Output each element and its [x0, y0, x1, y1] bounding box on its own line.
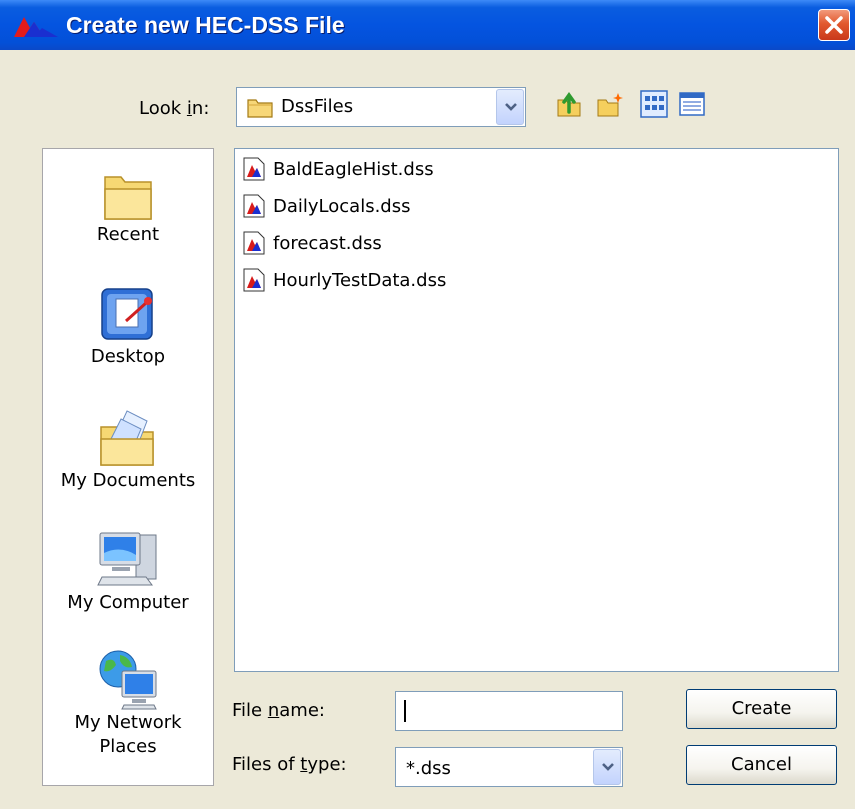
cancel-button[interactable]: Cancel	[686, 745, 837, 785]
new-folder-icon[interactable]	[596, 90, 624, 118]
details-view-icon[interactable]	[678, 90, 706, 118]
my-documents-icon	[100, 410, 154, 466]
my-computer-icon	[97, 532, 157, 586]
list-item[interactable]: HourlyTestData.dss	[243, 266, 446, 294]
hec-dss-logo-icon	[14, 17, 58, 37]
file-name: forecast.dss	[273, 232, 382, 254]
dss-file-icon	[243, 231, 265, 255]
dss-file-icon	[243, 268, 265, 292]
desktop-icon	[101, 288, 153, 340]
close-icon	[825, 16, 843, 34]
file-type-combo[interactable]: *.dss	[395, 747, 623, 787]
file-name: BaldEagleHist.dss	[273, 158, 434, 180]
look-in-label: Look in:	[139, 98, 210, 119]
text-caret	[404, 700, 406, 722]
dss-file-icon	[243, 157, 265, 181]
file-type-label: Files of type:	[232, 754, 347, 775]
recent-folder-icon	[104, 176, 152, 220]
place-desktop[interactable]: Desktop	[43, 285, 213, 369]
look-in-value: DssFiles	[281, 96, 354, 117]
chevron-down-icon	[505, 103, 517, 111]
file-type-dropdown-button[interactable]	[593, 749, 621, 785]
place-my-computer[interactable]: My Computer	[43, 527, 213, 615]
chevron-down-icon	[602, 763, 614, 771]
place-my-network[interactable]: My Network Places	[43, 647, 213, 759]
folder-icon	[247, 99, 273, 118]
list-item[interactable]: forecast.dss	[243, 229, 382, 257]
network-places-icon	[99, 650, 157, 710]
up-one-level-icon[interactable]	[555, 90, 583, 118]
list-view-icon[interactable]	[640, 90, 668, 118]
place-label: My Computer	[67, 592, 189, 613]
title-bar[interactable]: Create new HEC-DSS File	[0, 0, 855, 50]
place-label: My Documents	[60, 470, 196, 491]
file-name-label: File name:	[232, 700, 325, 721]
place-label: Desktop	[90, 346, 166, 367]
list-item[interactable]: DailyLocals.dss	[243, 192, 410, 220]
close-button[interactable]	[818, 9, 850, 41]
dss-file-icon	[243, 194, 265, 218]
look-in-dropdown-button[interactable]	[496, 89, 524, 125]
file-name-input[interactable]	[395, 691, 623, 731]
file-list[interactable]: BaldEagleHist.dss DailyLocals.dss foreca…	[234, 148, 839, 672]
place-label: My Network Places	[74, 712, 182, 757]
place-label: Recent	[96, 224, 160, 245]
place-my-documents[interactable]: My Documents	[43, 407, 213, 493]
file-name: HourlyTestData.dss	[273, 269, 447, 291]
look-in-combo[interactable]: DssFiles	[236, 87, 526, 127]
places-bar: Recent Desktop My Documents My Computer …	[42, 148, 214, 786]
file-name: DailyLocals.dss	[273, 195, 411, 217]
window-title: Create new HEC-DSS File	[66, 12, 345, 38]
file-type-value: *.dss	[406, 758, 451, 779]
place-recent[interactable]: Recent	[43, 167, 213, 247]
list-item[interactable]: BaldEagleHist.dss	[243, 155, 434, 183]
create-button[interactable]: Create	[686, 689, 837, 729]
